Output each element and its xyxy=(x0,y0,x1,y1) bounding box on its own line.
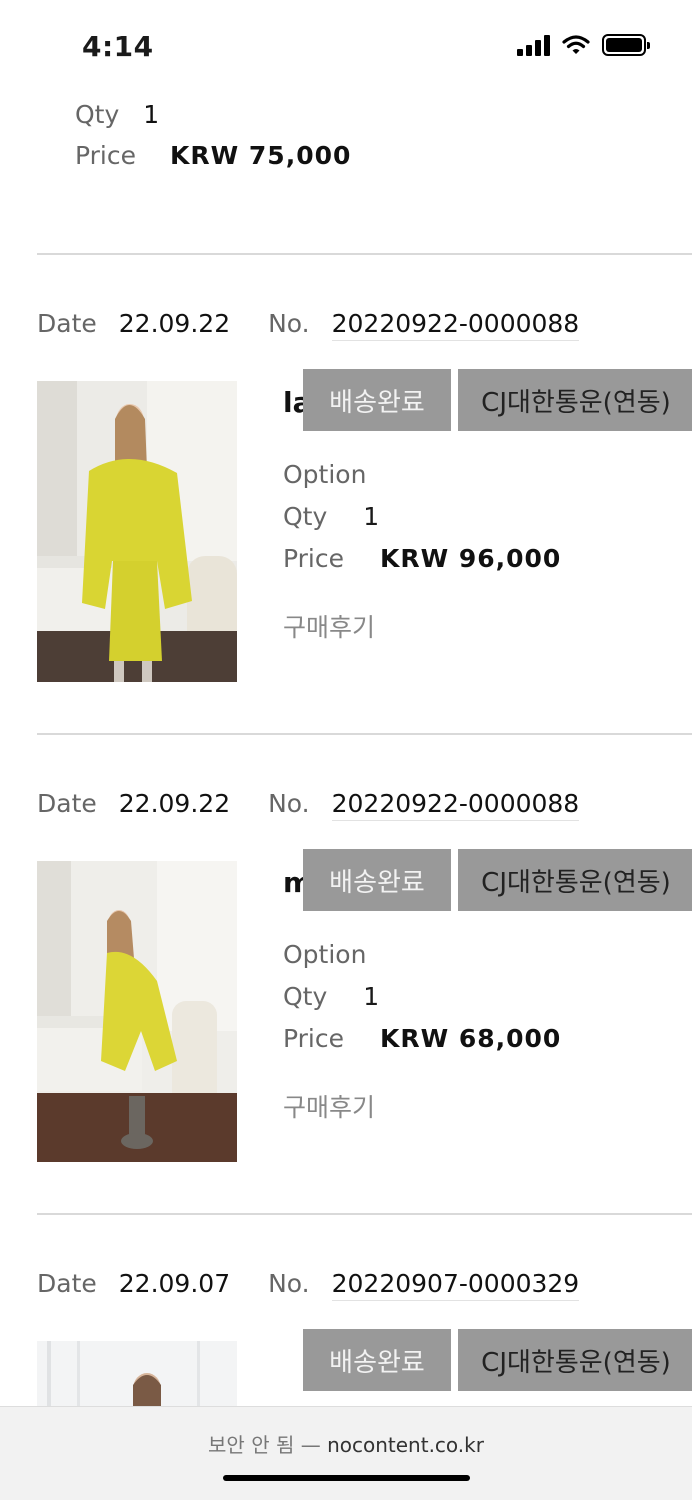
order-date: 22.09.22 xyxy=(118,789,231,818)
order-no-label: No. xyxy=(268,1269,310,1298)
order-date: 22.09.07 xyxy=(118,1269,231,1298)
product-thumbnail[interactable] xyxy=(37,381,237,682)
order-divider xyxy=(37,733,692,735)
order-no-label: No. xyxy=(268,789,310,818)
price-label: Price xyxy=(75,141,136,170)
price-value: KRW 75,000 xyxy=(170,141,352,170)
courier-tracking-button[interactable]: CJ대한통운(연동) xyxy=(458,849,692,911)
qty-label: Qty xyxy=(75,100,120,129)
option-label: Option xyxy=(283,940,367,969)
status-icons xyxy=(517,34,650,56)
date-label: Date xyxy=(37,1269,97,1298)
status-time: 4:14 xyxy=(82,30,154,63)
order-header: Date 22.09.22 No. 20220922-0000088 xyxy=(37,789,580,821)
product-photo xyxy=(37,1341,237,1406)
order-date: 22.09.22 xyxy=(118,309,231,338)
date-label: Date xyxy=(37,309,97,338)
order-number-link[interactable]: 20220907-0000329 xyxy=(331,1269,580,1301)
item-details: Option Qty 1 Price KRW 68,000 xyxy=(283,940,561,1066)
battery-icon xyxy=(602,34,650,56)
courier-tracking-button[interactable]: CJ대한통운(연동) xyxy=(458,369,692,431)
separator: — xyxy=(300,1433,321,1457)
browser-bottom-bar[interactable]: 보안 안 됨 — nocontent.co.kr xyxy=(0,1406,692,1500)
order-header: Date 22.09.22 No. 20220922-0000088 xyxy=(37,309,580,341)
delivery-status-button[interactable]: 배송완료 xyxy=(303,1329,451,1391)
price-value: KRW 68,000 xyxy=(379,1024,562,1053)
delivery-status-button[interactable]: 배송완료 xyxy=(303,369,451,431)
delivery-status-button[interactable]: 배송완료 xyxy=(303,849,451,911)
qty-value: 1 xyxy=(143,100,160,129)
write-review-link[interactable]: 구매후기 xyxy=(283,1088,375,1124)
product-thumbnail[interactable] xyxy=(37,861,237,1162)
price-value: KRW 96,000 xyxy=(379,544,562,573)
ios-status-bar: 4:14 xyxy=(0,0,692,80)
option-label: Option xyxy=(283,460,367,489)
qty-label: Qty xyxy=(283,502,328,531)
order-header: Date 22.09.07 No. 20220907-0000329 xyxy=(37,1269,580,1301)
order-no-label: No. xyxy=(268,309,310,338)
courier-tracking-button[interactable]: CJ대한통운(연동) xyxy=(458,1329,692,1391)
date-label: Date xyxy=(37,789,97,818)
qty-value: 1 xyxy=(363,982,380,1011)
order-divider xyxy=(37,1213,692,1215)
wifi-icon xyxy=(562,35,590,54)
write-review-link[interactable]: 구매후기 xyxy=(283,608,375,644)
order-divider xyxy=(37,253,692,255)
home-indicator[interactable] xyxy=(223,1475,470,1481)
order-history-page: Qty 1 Price KRW 75,000 Date 22.09.22 No.… xyxy=(0,0,692,1500)
qty-label: Qty xyxy=(283,982,328,1011)
order-number-link[interactable]: 20220922-0000088 xyxy=(331,309,580,341)
domain-text: nocontent.co.kr xyxy=(327,1433,484,1457)
product-photo xyxy=(37,381,237,682)
product-photo xyxy=(37,861,237,1162)
product-name[interactable]: m xyxy=(283,866,305,899)
price-label: Price xyxy=(283,1024,344,1053)
price-label: Price xyxy=(283,544,344,573)
cellular-signal-icon xyxy=(517,34,550,56)
address-bar[interactable]: 보안 안 됨 — nocontent.co.kr xyxy=(0,1429,692,1458)
previous-item-details: Qty 1 Price KRW 75,000 xyxy=(75,100,351,170)
order-number-link[interactable]: 20220922-0000088 xyxy=(331,789,580,821)
qty-value: 1 xyxy=(363,502,380,531)
item-details: Option Qty 1 Price KRW 96,000 xyxy=(283,460,561,586)
product-thumbnail[interactable] xyxy=(37,1341,237,1406)
not-secure-label: 보안 안 됨 xyxy=(208,1433,295,1457)
